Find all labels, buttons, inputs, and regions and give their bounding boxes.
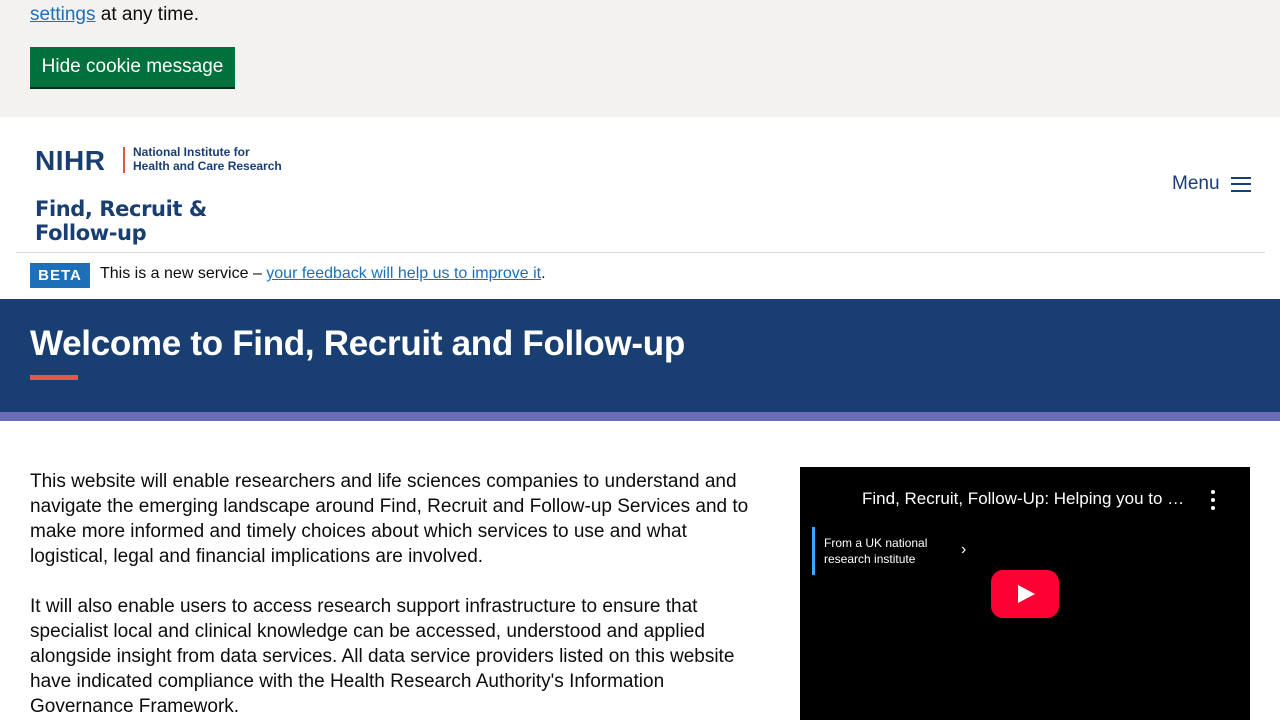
more-options-icon[interactable] — [1205, 490, 1221, 510]
video-title[interactable]: Find, Recruit, Follow-Up: Helping you to… — [862, 489, 1192, 509]
hero-stripe — [0, 412, 1280, 421]
intro-content: This website will enable researchers and… — [30, 469, 750, 720]
hero-banner: Welcome to Find, Recruit and Follow-up — [0, 299, 1280, 412]
cookie-banner: settings at any time. Hide cookie messag… — [0, 0, 1280, 117]
hide-cookie-message-button[interactable]: Hide cookie message — [30, 47, 235, 87]
beta-banner: BETA This is a new service – your feedba… — [0, 253, 1280, 299]
service-name: Find, Recruit & Follow-up — [35, 197, 207, 245]
logo-institute: National Institute for Health and Care R… — [133, 145, 282, 173]
title-accent-bar — [30, 375, 78, 380]
beta-message-suffix: . — [541, 265, 546, 282]
chevron-right-icon: › — [961, 541, 967, 558]
cookie-message-text: at any time. — [95, 4, 199, 25]
cookie-message: settings at any time. — [30, 2, 199, 27]
logo-divider — [123, 147, 125, 173]
site-header: NIHR National Institute for Health and C… — [0, 117, 1280, 253]
video-info-text: From a UK national research institute — [824, 535, 927, 567]
logo-institute-line2: Health and Care Research — [133, 159, 282, 173]
logo-institute-line1: National Institute for — [133, 145, 250, 159]
menu-label: Menu — [1172, 173, 1220, 194]
beta-tag: BETA — [30, 263, 90, 288]
beta-message-prefix: This is a new service – — [100, 265, 267, 282]
video-embed[interactable]: Find, Recruit, Follow-Up: Helping you to… — [800, 467, 1250, 720]
hamburger-icon — [1230, 176, 1251, 192]
nihr-logo[interactable]: NIHR National Institute for Health and C… — [35, 145, 285, 245]
menu-button[interactable]: Menu — [1172, 173, 1251, 195]
logo-abbrev: NIHR — [35, 145, 106, 176]
cookie-settings-link[interactable]: settings — [30, 4, 95, 25]
video-info-panel[interactable]: From a UK national research institute › — [812, 527, 980, 575]
play-button-icon[interactable] — [991, 570, 1059, 618]
intro-paragraph: It will also enable users to access rese… — [30, 596, 735, 717]
beta-message: This is a new service – your feedback wi… — [100, 265, 546, 283]
intro-paragraph: This website will enable researchers and… — [30, 471, 749, 567]
video-info-line2: research institute — [824, 552, 916, 566]
feedback-link[interactable]: your feedback will help us to improve it — [266, 265, 541, 282]
page-title: Welcome to Find, Recruit and Follow-up — [30, 324, 685, 363]
video-info-line1: From a UK national — [824, 536, 928, 550]
